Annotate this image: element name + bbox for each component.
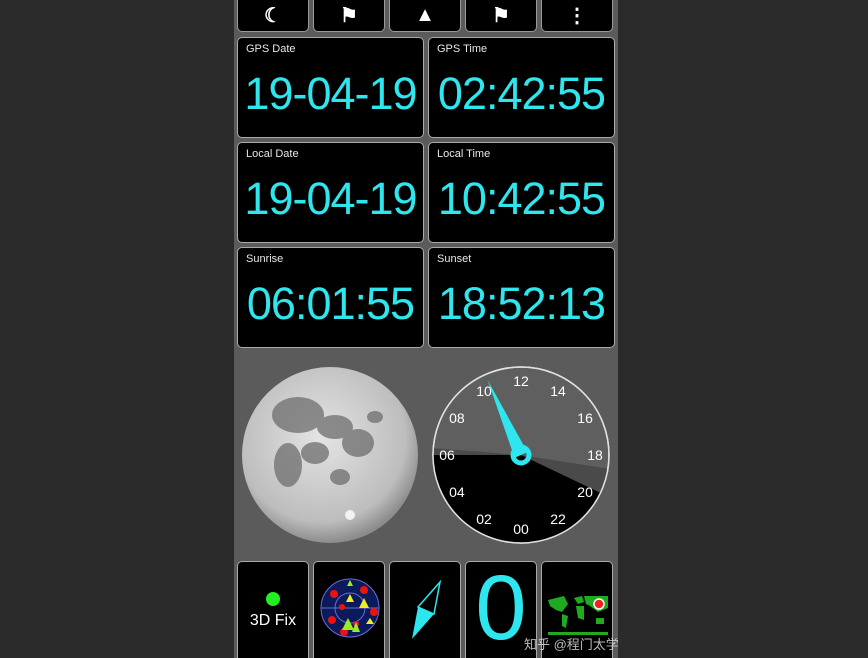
tile-value: 19-04-19: [244, 173, 417, 224]
hour-label: 16: [577, 410, 593, 426]
night-mode-button[interactable]: ☾: [237, 0, 309, 32]
watermark: 知乎 @程门太学: [524, 637, 619, 652]
sunrise-tile[interactable]: Sunrise 06:01:55: [237, 247, 424, 348]
hour-label: 18: [587, 447, 603, 463]
track-button[interactable]: ⚑: [465, 0, 537, 32]
navigation-arrow-icon: ▲: [415, 4, 435, 26]
tile-label: Sunrise: [246, 253, 284, 265]
hour-label: 22: [550, 511, 566, 527]
app-panel: ☾ ⚑ ▲ ⚑ ⋮ GPS Date 19-04-19 GPS Time 02:42:55 Lo…: [234, 0, 618, 658]
tile-value: 06:01:55: [246, 278, 415, 329]
hour-label: 14: [550, 383, 566, 399]
satellite-sky-icon: [320, 578, 380, 638]
hour-label: 00: [513, 521, 529, 537]
hour-label: 20: [577, 484, 593, 500]
waypoints-button[interactable]: ⚑: [313, 0, 385, 32]
tile-label: GPS Time: [437, 43, 488, 55]
satellite-sky-tile[interactable]: [313, 561, 385, 658]
tile-value: 19-04-19: [244, 68, 417, 119]
fix-label: 3D Fix: [249, 612, 297, 629]
tile-value: 02:42:55: [437, 68, 606, 119]
person-flag-icon: ⚑: [340, 5, 358, 27]
compass-tile[interactable]: [389, 561, 461, 658]
sunset-tile[interactable]: Sunset 18:52:13: [428, 247, 615, 348]
crescent-moon-icon: ☾: [264, 5, 282, 27]
local-time-tile[interactable]: Local Time 10:42:55: [428, 142, 615, 243]
gps-fix-tile[interactable]: 3D Fix: [237, 561, 309, 658]
hour-label: 08: [449, 410, 465, 426]
moon-phase: [242, 367, 418, 543]
navigate-button[interactable]: ▲: [389, 0, 461, 32]
compass-needle-icon: [412, 579, 442, 639]
local-date-tile[interactable]: Local Date 19-04-19: [237, 142, 424, 243]
gps-time-tile[interactable]: GPS Time 02:42:55: [428, 37, 615, 138]
tile-label: GPS Date: [246, 43, 296, 55]
gps-date-tile[interactable]: GPS Date 19-04-19: [237, 37, 424, 138]
tile-label: Local Date: [246, 148, 299, 160]
more-button[interactable]: ⋮: [541, 0, 613, 32]
hour-label: 12: [513, 373, 529, 389]
more-vertical-icon: ⋮: [567, 5, 587, 27]
hour-label: 06: [439, 447, 455, 463]
tile-value: 10:42:55: [437, 173, 606, 224]
flags-icon: ⚑: [492, 5, 510, 27]
tile-label: Sunset: [437, 253, 472, 265]
hour-label: 02: [476, 511, 492, 527]
tile-label: Local Time: [437, 148, 491, 160]
tile-value: 18:52:13: [437, 278, 606, 329]
hour-label: 04: [449, 484, 465, 500]
fix-status-dot: [266, 592, 280, 606]
24h-sun-clock: 000204060810121416182022: [432, 366, 610, 544]
